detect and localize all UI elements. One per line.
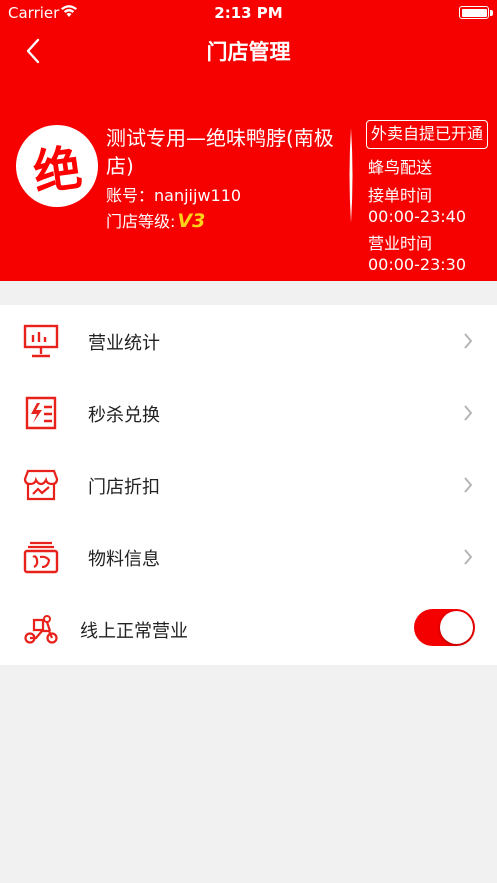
level-label: 门店等级: (106, 212, 176, 231)
menu-item-label: 秒杀兑换 (88, 405, 160, 426)
menu-item-material-info[interactable]: 物料信息 (0, 521, 497, 593)
account-row: 账号：nanjijw110 (106, 182, 241, 206)
level-row: 门店等级: V3 (106, 208, 205, 232)
chevron-right-icon (464, 333, 473, 349)
order-time-label: 接单时间 (368, 186, 433, 205)
store-menu: 营业统计 秒杀兑换 门店折扣 物料信息 线上正常营业 (0, 305, 497, 665)
store-logo: 绝 (16, 125, 98, 207)
chevron-right-icon (464, 477, 473, 493)
toggle-knob (440, 611, 473, 644)
chart-board-icon (23, 324, 59, 358)
delivery-scooter-icon (24, 615, 58, 644)
level-badge: V3 (177, 210, 206, 232)
business-time-value: 00:00-23:30 (368, 255, 466, 274)
online-business-label: 线上正常营业 (80, 621, 188, 642)
status-bar: Carrier 2:13 PM (0, 0, 497, 26)
online-business-row: 线上正常营业 (0, 593, 497, 665)
header-divider (349, 128, 353, 223)
page-title: 门店管理 (206, 40, 291, 64)
material-box-icon (23, 541, 59, 574)
menu-item-sales-stats[interactable]: 营业统计 (0, 305, 497, 377)
menu-item-label: 物料信息 (88, 549, 160, 570)
store-name: 测试专用—绝味鸭脖(南极店) (106, 126, 334, 178)
store-header: Carrier 2:13 PM 门店管理 绝 测试专用—绝味鸭脖(南极店) 账号… (0, 0, 497, 281)
menu-item-label: 门店折扣 (88, 477, 160, 498)
menu-item-flash-sale[interactable]: 秒杀兑换 (0, 377, 497, 449)
status-time: 2:13 PM (214, 4, 283, 22)
menu-item-store-discount[interactable]: 门店折扣 (0, 449, 497, 521)
online-business-toggle[interactable] (414, 609, 475, 646)
logo-character: 绝 (30, 139, 86, 203)
battery-nub (490, 10, 493, 16)
shop-icon (23, 469, 59, 501)
business-time-label: 营业时间 (368, 234, 433, 253)
lightning-list-icon (25, 396, 57, 430)
battery-icon (459, 6, 489, 19)
chevron-right-icon (464, 405, 473, 421)
account-value: nanjijw110 (154, 186, 242, 205)
order-time-value: 00:00-23:40 (368, 207, 466, 226)
takeout-status-badge: 外卖自提已开通 (366, 120, 489, 149)
delivery-method: 蜂鸟配送 (368, 158, 433, 177)
account-label: 账号： (106, 186, 155, 205)
chevron-right-icon (464, 549, 473, 565)
menu-item-label: 营业统计 (88, 333, 160, 354)
